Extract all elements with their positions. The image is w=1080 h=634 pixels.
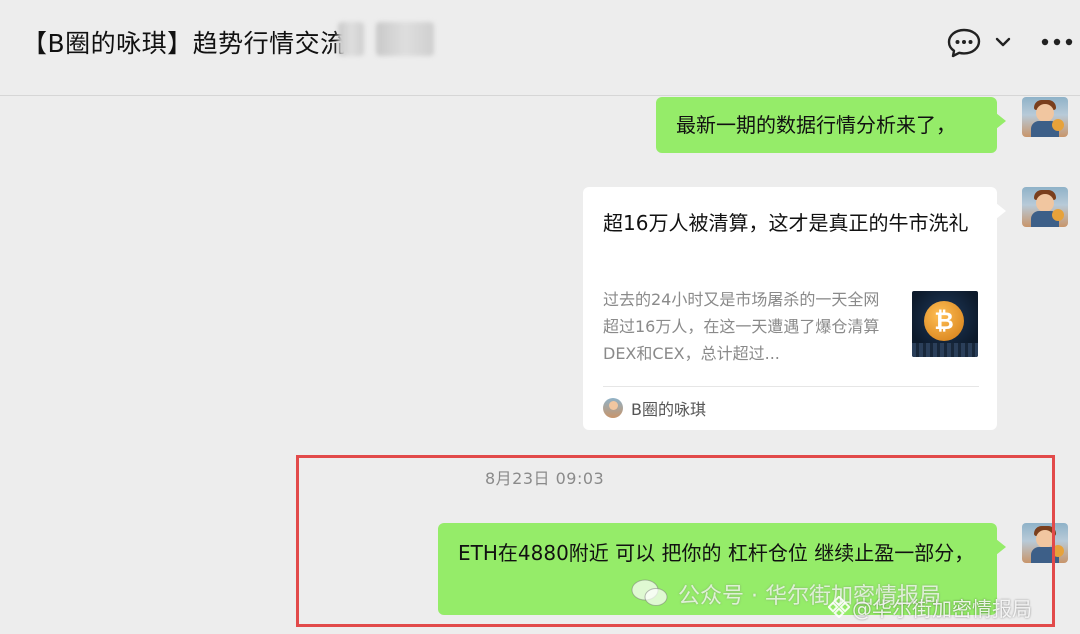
bitcoin-icon: ₿ xyxy=(924,301,964,341)
avatar[interactable] xyxy=(1022,187,1068,227)
chat-header: 【B圈的咏琪】趋势行情交流 xyxy=(0,0,1080,96)
chat-title: 【B圈的咏琪】趋势行情交流 xyxy=(22,29,346,58)
redacted-text xyxy=(338,22,364,56)
article-description: 过去的24小时又是市场屠杀的一天全网超过16万人，在这一天遭遇了爆仓清算DEX和… xyxy=(603,290,880,363)
article-card[interactable]: 超16万人被清算，这才是真正的牛市洗礼 过去的24小时又是市场屠杀的一天全网超过… xyxy=(583,187,1006,430)
source-avatar xyxy=(603,398,623,418)
message-bubble[interactable]: 最新一期的数据行情分析来了， xyxy=(656,97,1006,153)
article-thumbnail: ₿ xyxy=(912,291,978,357)
binance-logo-icon xyxy=(828,596,850,618)
bubble-tail xyxy=(996,203,1006,219)
bubble-tail xyxy=(996,113,1006,129)
more-icon[interactable] xyxy=(1040,36,1074,48)
message-text: 最新一期的数据行情分析来了， xyxy=(676,113,956,137)
article-title: 超16万人被清算，这才是真正的牛市洗礼 xyxy=(603,211,969,235)
avatar[interactable] xyxy=(1022,97,1068,137)
article-source: B圈的咏琪 xyxy=(631,400,706,419)
chat-bubble-icon[interactable] xyxy=(946,27,982,59)
divider xyxy=(603,386,979,387)
redacted-text xyxy=(376,22,434,56)
wechat-icon xyxy=(631,579,668,606)
watermark-brand: @华尔街加密情报局 xyxy=(852,597,1032,621)
chevron-down-icon[interactable] xyxy=(994,35,1012,49)
